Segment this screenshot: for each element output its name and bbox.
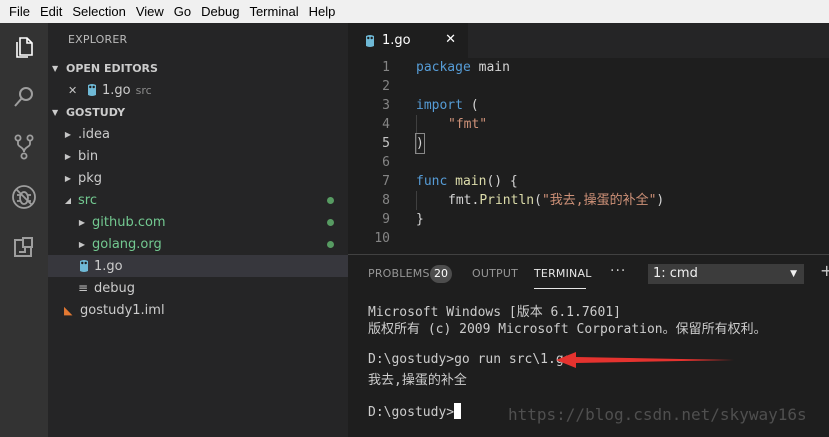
menu-edit[interactable]: Edit <box>35 0 67 23</box>
tab-1go[interactable]: 1.go ✕ <box>348 23 468 58</box>
go-file-icon <box>88 84 96 96</box>
tab-output[interactable]: OUTPUT <box>472 267 518 280</box>
tree-item-github[interactable]: ▶ github.com <box>48 211 348 233</box>
chevron-right-icon: ▶ <box>78 217 86 227</box>
git-modified-dot <box>327 196 334 204</box>
go-file-icon <box>366 34 374 47</box>
code-line: 7 func main() { <box>382 174 518 189</box>
tab-problems[interactable]: PROBLEMS <box>368 267 430 280</box>
chevron-right-icon: ▶ <box>78 239 86 249</box>
tree-item-pkg[interactable]: ▶ pkg <box>48 167 348 189</box>
open-editor-folder: src <box>135 83 152 97</box>
debug-icon[interactable] <box>0 173 48 221</box>
rss-file-icon: ◣ <box>64 303 73 317</box>
go-file-icon <box>80 260 88 272</box>
code-line: 1 package main <box>382 60 510 75</box>
git-modified-dot <box>327 218 334 226</box>
chevron-down-icon: ▼ <box>790 269 797 279</box>
code-line: 3 import ( <box>382 98 479 113</box>
close-icon[interactable]: ✕ <box>68 84 82 97</box>
code-line: 9 } <box>382 212 424 227</box>
source-control-icon[interactable] <box>0 123 48 171</box>
terminal-cursor <box>454 403 462 419</box>
tree-item-golang[interactable]: ▶ golang.org <box>48 233 348 255</box>
watermark: https://blog.csdn.net/skyway16s <box>508 405 807 424</box>
activity-bar <box>0 23 48 437</box>
open-editor-filename: 1.go <box>102 82 131 98</box>
code-line: 4 "fmt" <box>382 117 488 132</box>
chevron-down-icon: ◢ <box>64 195 72 205</box>
terminal-prompt[interactable]: D:\gostudy> <box>368 403 462 420</box>
chevron-right-icon: ▶ <box>64 129 72 139</box>
explorer-title: EXPLORER <box>68 33 128 46</box>
tab-label: 1.go <box>382 33 411 48</box>
menu-view[interactable]: View <box>131 0 169 23</box>
chevron-right-icon: ▶ <box>64 173 72 183</box>
open-editor-item[interactable]: ✕ 1.go src <box>48 79 348 101</box>
chevron-right-icon: ▶ <box>64 151 72 161</box>
code-line: 2 <box>382 79 390 94</box>
file-lines-icon: ≡ <box>78 281 89 295</box>
red-arrow-annotation <box>556 352 734 368</box>
chevron-down-icon: ▼ <box>52 63 59 73</box>
explorer-icon[interactable] <box>0 23 48 71</box>
menu-terminal[interactable]: Terminal <box>244 0 303 23</box>
open-editors-header[interactable]: ▼ OPEN EDITORS <box>48 57 348 79</box>
bottom-panel: PROBLEMS 20 OUTPUT TERMINAL ··· 1: cmd ▼… <box>348 254 829 437</box>
chevron-down-icon: ▼ <box>52 107 59 117</box>
menu-selection[interactable]: Selection <box>67 0 130 23</box>
tree-item-bin[interactable]: ▶ bin <box>48 145 348 167</box>
search-icon[interactable] <box>0 73 48 121</box>
terminal-line: 版权所有 (c) 2009 Microsoft Corporation。保留所有… <box>368 322 767 337</box>
menu-help[interactable]: Help <box>304 0 341 23</box>
tree-item-idea[interactable]: ▶ .idea <box>48 123 348 145</box>
active-tab-underline <box>534 288 586 289</box>
menu-debug[interactable]: Debug <box>196 0 244 23</box>
terminal-select[interactable]: 1: cmd ▼ <box>648 264 804 284</box>
new-terminal-icon[interactable]: + <box>820 261 829 280</box>
project-title: GOSTUDY <box>66 105 126 119</box>
open-editors-title: OPEN EDITORS <box>66 61 158 75</box>
git-modified-dot <box>327 240 334 248</box>
code-line: 10 <box>374 231 390 246</box>
terminal-line: 我去,操蛋的补全 <box>368 373 467 388</box>
code-line-current: 5 ) <box>382 133 425 154</box>
editor-tab-bar: 1.go ✕ <box>348 23 829 58</box>
project-header[interactable]: ▼ GOSTUDY <box>48 101 348 123</box>
tree-item-iml[interactable]: ◣ gostudy1.iml <box>48 299 348 321</box>
menu-go[interactable]: Go <box>169 0 196 23</box>
tree-item-1go[interactable]: 1.go <box>48 255 348 277</box>
extensions-icon[interactable] <box>0 223 48 271</box>
menu-file[interactable]: File <box>4 0 35 23</box>
problems-count-badge: 20 <box>430 265 452 283</box>
close-icon[interactable]: ✕ <box>445 32 456 47</box>
explorer-sidebar: EXPLORER ▼ OPEN EDITORS ✕ 1.go src ▼ GOS… <box>48 23 348 437</box>
menu-bar: File Edit Selection View Go Debug Termin… <box>0 0 829 23</box>
more-actions-icon[interactable]: ··· <box>610 263 626 279</box>
code-line: 8 fmt.Println("我去,操蛋的补全") <box>382 193 665 208</box>
code-line: 6 <box>382 155 390 170</box>
code-editor[interactable]: 1 package main 2 3 import ( 4 "fmt" 5 ) … <box>348 58 829 254</box>
tree-item-debug[interactable]: ≡ debug <box>48 277 348 299</box>
terminal-line: D:\gostudy>go run src\1.go <box>368 352 572 367</box>
tree-item-src[interactable]: ◢ src <box>48 189 348 211</box>
tab-terminal[interactable]: TERMINAL <box>534 267 592 280</box>
